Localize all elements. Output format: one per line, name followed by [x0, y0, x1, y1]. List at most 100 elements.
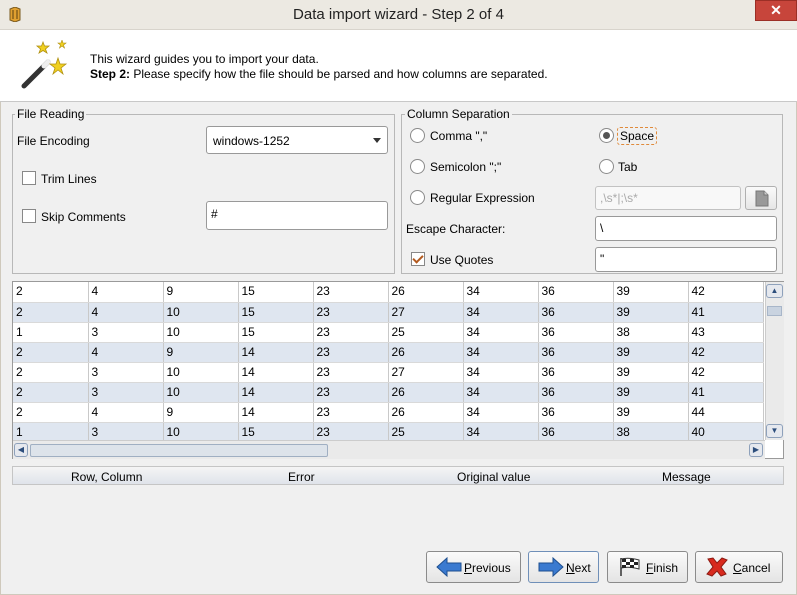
comment-char-input[interactable]: #: [206, 201, 388, 230]
table-cell[interactable]: 2: [13, 382, 89, 403]
next-button[interactable]: Next: [528, 551, 599, 583]
table-cell[interactable]: 23: [313, 302, 389, 323]
table-cell[interactable]: 3: [88, 322, 164, 343]
table-cell[interactable]: 27: [388, 302, 464, 323]
table-cell[interactable]: 3: [88, 362, 164, 383]
table-cell[interactable]: 36: [538, 362, 614, 383]
table-cell[interactable]: 36: [538, 282, 614, 303]
table-cell[interactable]: 3: [88, 422, 164, 443]
quote-character-input[interactable]: ": [595, 247, 777, 272]
table-cell[interactable]: 1: [13, 322, 89, 343]
table-cell[interactable]: 43: [688, 322, 764, 343]
table-cell[interactable]: 4: [88, 302, 164, 323]
table-row[interactable]: 1 3 10 15 23 25 34 36 38 40: [13, 422, 764, 443]
table-cell[interactable]: 10: [163, 422, 239, 443]
table-cell[interactable]: 15: [238, 322, 314, 343]
vertical-scroll-thumb[interactable]: [767, 306, 782, 316]
table-cell[interactable]: 9: [163, 402, 239, 423]
table-cell[interactable]: 2: [13, 362, 89, 383]
table-cell[interactable]: 23: [313, 342, 389, 363]
table-cell[interactable]: 36: [538, 342, 614, 363]
table-cell[interactable]: 15: [238, 422, 314, 443]
table-cell[interactable]: 41: [688, 382, 764, 403]
table-cell[interactable]: 23: [313, 282, 389, 303]
table-cell[interactable]: 38: [613, 322, 689, 343]
table-cell[interactable]: 34: [463, 282, 539, 303]
regex-edit-button[interactable]: [745, 186, 777, 210]
table-row[interactable]: 1 3 10 15 23 25 34 36 38 43: [13, 322, 764, 343]
table-cell[interactable]: 39: [613, 282, 689, 303]
table-cell[interactable]: 39: [613, 402, 689, 423]
horizontal-scroll-thumb[interactable]: [30, 444, 328, 457]
table-cell[interactable]: 25: [388, 422, 464, 443]
table-cell[interactable]: 4: [88, 402, 164, 423]
table-cell[interactable]: 39: [613, 362, 689, 383]
file-encoding-select[interactable]: windows-1252: [206, 126, 388, 154]
scroll-down-button[interactable]: ▼: [766, 424, 783, 438]
table-row[interactable]: 2 4 9 15 23 26 34 36 39 42: [13, 282, 764, 303]
table-cell[interactable]: 34: [463, 382, 539, 403]
vertical-scrollbar[interactable]: ▲ ▼: [765, 282, 784, 440]
table-cell[interactable]: 1: [13, 422, 89, 443]
table-cell[interactable]: 15: [238, 282, 314, 303]
table-cell[interactable]: 26: [388, 342, 464, 363]
table-cell[interactable]: 27: [388, 362, 464, 383]
table-cell[interactable]: 26: [388, 382, 464, 403]
cancel-button[interactable]: Cancel: [695, 551, 783, 583]
table-cell[interactable]: 39: [613, 382, 689, 403]
table-cell[interactable]: 34: [463, 342, 539, 363]
table-cell[interactable]: 36: [538, 322, 614, 343]
table-cell[interactable]: 4: [88, 282, 164, 303]
finish-button[interactable]: Finish: [607, 551, 688, 583]
space-radio[interactable]: [599, 128, 614, 143]
table-cell[interactable]: 10: [163, 382, 239, 403]
close-button[interactable]: ✕: [755, 0, 797, 21]
scroll-left-button[interactable]: ◀: [14, 443, 28, 457]
table-cell[interactable]: 34: [463, 422, 539, 443]
table-cell[interactable]: 14: [238, 402, 314, 423]
table-cell[interactable]: 3: [88, 382, 164, 403]
table-cell[interactable]: 36: [538, 402, 614, 423]
table-row[interactable]: 2 4 9 14 23 26 34 36 39 44: [13, 402, 764, 423]
table-cell[interactable]: 34: [463, 402, 539, 423]
semicolon-radio[interactable]: [410, 159, 425, 174]
table-cell[interactable]: 25: [388, 322, 464, 343]
preview-table[interactable]: 2 4 9 15 23 26 34 36 39 42 2 4 10 15 23 27 34 36 39 41 1 3 10 1…: [12, 281, 784, 459]
table-cell[interactable]: 10: [163, 302, 239, 323]
table-cell[interactable]: 14: [238, 362, 314, 383]
trim-lines-checkbox[interactable]: [22, 171, 36, 185]
table-cell[interactable]: 10: [163, 322, 239, 343]
table-cell[interactable]: 26: [388, 282, 464, 303]
table-cell[interactable]: 38: [613, 422, 689, 443]
table-cell[interactable]: 36: [538, 302, 614, 323]
table-cell[interactable]: 39: [613, 302, 689, 323]
table-cell[interactable]: 41: [688, 302, 764, 323]
table-cell[interactable]: 2: [13, 302, 89, 323]
comma-radio[interactable]: [410, 128, 425, 143]
scroll-right-button[interactable]: ▶: [749, 443, 763, 457]
table-cell[interactable]: 23: [313, 362, 389, 383]
previous-button[interactable]: Previous: [426, 551, 521, 583]
table-cell[interactable]: 36: [538, 422, 614, 443]
skip-comments-checkbox[interactable]: [22, 209, 36, 223]
table-cell[interactable]: 14: [238, 382, 314, 403]
table-cell[interactable]: 42: [688, 282, 764, 303]
table-cell[interactable]: 2: [13, 282, 89, 303]
table-cell[interactable]: 9: [163, 342, 239, 363]
table-cell[interactable]: 9: [163, 282, 239, 303]
table-row[interactable]: 2 4 9 14 23 26 34 36 39 42: [13, 342, 764, 363]
table-cell[interactable]: 40: [688, 422, 764, 443]
escape-character-input[interactable]: \: [595, 216, 777, 241]
table-cell[interactable]: 15: [238, 302, 314, 323]
table-cell[interactable]: 42: [688, 362, 764, 383]
table-cell[interactable]: 23: [313, 402, 389, 423]
table-cell[interactable]: 4: [88, 342, 164, 363]
table-cell[interactable]: 2: [13, 402, 89, 423]
regex-input[interactable]: ,\s*|;\s*: [595, 186, 741, 210]
table-cell[interactable]: 36: [538, 382, 614, 403]
table-row[interactable]: 2 4 10 15 23 27 34 36 39 41: [13, 302, 764, 323]
table-cell[interactable]: 23: [313, 322, 389, 343]
horizontal-scrollbar[interactable]: ◀ ▶: [13, 440, 765, 459]
table-cell[interactable]: 23: [313, 422, 389, 443]
table-cell[interactable]: 23: [313, 382, 389, 403]
